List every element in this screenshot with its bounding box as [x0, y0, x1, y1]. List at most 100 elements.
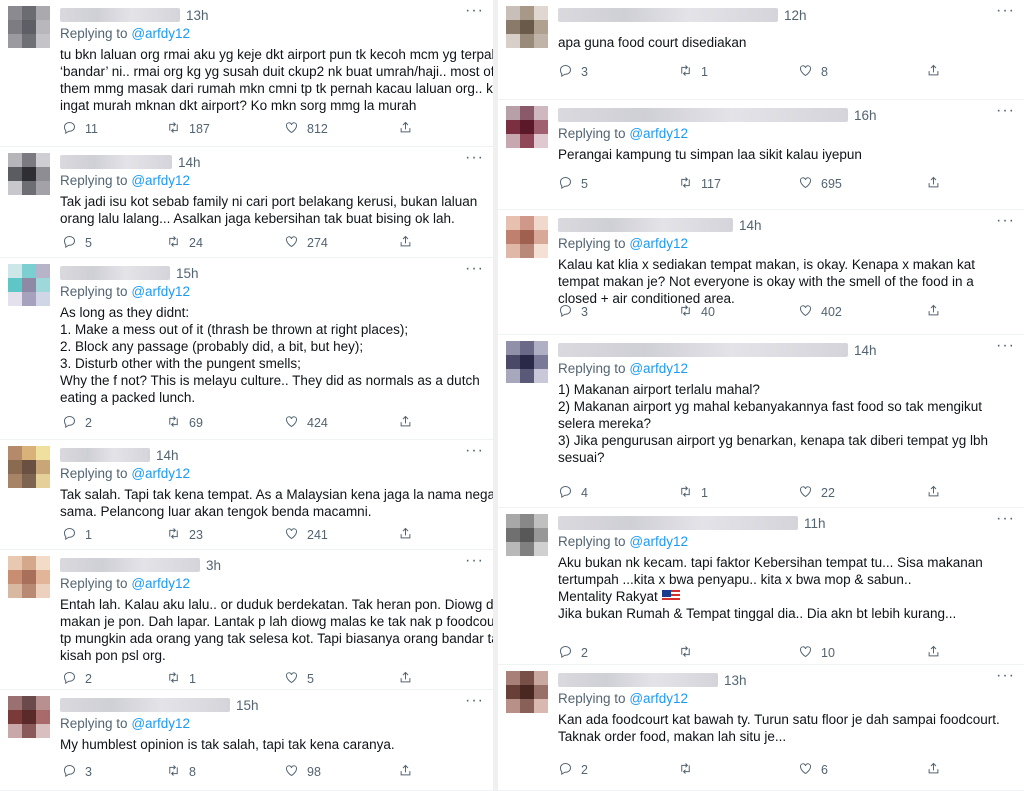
share-icon[interactable]	[398, 234, 413, 252]
like-icon[interactable]	[798, 175, 813, 193]
share-icon[interactable]	[398, 414, 413, 432]
avatar[interactable]	[506, 6, 548, 48]
more-options-icon[interactable]: ···	[465, 552, 484, 570]
tweet-timestamp[interactable]: 12h	[784, 8, 807, 23]
share-button[interactable]	[398, 671, 413, 687]
like-icon[interactable]	[284, 234, 299, 252]
retweet-button[interactable]: 69	[166, 415, 203, 431]
avatar[interactable]	[8, 446, 50, 488]
share-button[interactable]	[926, 64, 941, 80]
like-button[interactable]: 424	[284, 415, 328, 431]
tweet-timestamp[interactable]: 11h	[804, 516, 826, 531]
more-options-icon[interactable]: ···	[465, 692, 484, 710]
more-options-icon[interactable]: ···	[465, 260, 484, 278]
share-icon[interactable]	[398, 670, 413, 688]
tweet-timestamp[interactable]: 14h	[156, 448, 179, 463]
avatar[interactable]	[506, 341, 548, 383]
share-icon[interactable]	[926, 644, 941, 662]
reply-button[interactable]: 3	[558, 64, 588, 80]
avatar[interactable]	[8, 6, 50, 48]
share-icon[interactable]	[926, 303, 941, 321]
author-name-blurred[interactable]	[558, 218, 733, 232]
avatar[interactable]	[8, 696, 50, 738]
more-options-icon[interactable]: ···	[465, 149, 484, 167]
replying-handle-link[interactable]: @arfdy12	[131, 284, 190, 299]
like-button[interactable]: 812	[284, 121, 328, 137]
retweet-icon[interactable]	[678, 63, 693, 81]
reply-icon[interactable]	[62, 670, 77, 688]
retweet-icon[interactable]	[166, 120, 181, 138]
like-icon[interactable]	[284, 763, 299, 781]
retweet-button[interactable]: 1	[166, 671, 196, 687]
avatar[interactable]	[506, 106, 548, 148]
author-name-blurred[interactable]	[60, 448, 150, 462]
tweet-timestamp[interactable]: 14h	[854, 343, 877, 358]
retweet-button[interactable]	[678, 762, 701, 778]
replying-handle-link[interactable]: @arfdy12	[629, 534, 688, 549]
reply-icon[interactable]	[558, 63, 573, 81]
reply-button[interactable]: 1	[62, 527, 92, 543]
more-options-icon[interactable]: ···	[996, 510, 1015, 528]
reply-button[interactable]: 5	[558, 176, 588, 192]
like-button[interactable]: 5	[284, 671, 314, 687]
replying-handle-link[interactable]: @arfdy12	[629, 691, 688, 706]
like-button[interactable]: 402	[798, 304, 842, 320]
share-icon[interactable]	[398, 763, 413, 781]
reply-icon[interactable]	[558, 303, 573, 321]
reply-icon[interactable]	[62, 526, 77, 544]
share-button[interactable]	[398, 415, 413, 431]
reply-button[interactable]: 3	[62, 764, 92, 780]
tweet[interactable]: 15h ··· Replying to @arfdy12 As long as the…	[0, 258, 493, 440]
replying-handle-link[interactable]: @arfdy12	[629, 126, 688, 141]
reply-button[interactable]: 4	[558, 485, 588, 501]
like-icon[interactable]	[284, 526, 299, 544]
tweet[interactable]: 14h ··· Replying to @arfdy12 Tak jadi isu k…	[0, 147, 493, 258]
like-button[interactable]: 10	[798, 645, 835, 661]
like-icon[interactable]	[284, 414, 299, 432]
tweet-timestamp[interactable]: 16h	[854, 108, 877, 123]
more-options-icon[interactable]: ···	[996, 212, 1015, 230]
author-name-blurred[interactable]	[60, 155, 172, 169]
share-button[interactable]	[398, 527, 413, 543]
more-options-icon[interactable]: ···	[996, 2, 1015, 20]
share-icon[interactable]	[398, 526, 413, 544]
reply-button[interactable]: 5	[62, 235, 92, 251]
share-button[interactable]	[926, 762, 941, 778]
like-icon[interactable]	[798, 761, 813, 779]
like-icon[interactable]	[798, 484, 813, 502]
share-icon[interactable]	[926, 761, 941, 779]
retweet-icon[interactable]	[166, 414, 181, 432]
like-icon[interactable]	[798, 644, 813, 662]
more-options-icon[interactable]: ···	[996, 667, 1015, 685]
like-button[interactable]: 98	[284, 764, 321, 780]
share-button[interactable]	[926, 304, 941, 320]
retweet-button[interactable]: 23	[166, 527, 203, 543]
reply-button[interactable]: 2	[558, 645, 588, 661]
share-button[interactable]	[398, 764, 413, 780]
more-options-icon[interactable]: ···	[465, 2, 484, 20]
like-button[interactable]: 241	[284, 527, 328, 543]
like-button[interactable]: 22	[798, 485, 835, 501]
avatar[interactable]	[8, 556, 50, 598]
reply-icon[interactable]	[62, 120, 77, 138]
author-name-blurred[interactable]	[60, 698, 230, 712]
tweet[interactable]: 13h ··· Replying to @arfdy12 Kan ada foodco…	[498, 665, 1024, 791]
tweet-timestamp[interactable]: 14h	[178, 155, 201, 170]
retweet-button[interactable]: 8	[166, 764, 196, 780]
tweet[interactable]: 14h ··· Replying to @arfdy12 Kalau kat klia…	[498, 210, 1024, 335]
tweet[interactable]: 14h ··· Replying to @arfdy12 Tak salah. Tap…	[0, 440, 493, 550]
replying-handle-link[interactable]: @arfdy12	[131, 173, 190, 188]
retweet-icon[interactable]	[678, 175, 693, 193]
replying-handle-link[interactable]: @arfdy12	[629, 361, 688, 376]
author-name-blurred[interactable]	[60, 558, 200, 572]
author-name-blurred[interactable]	[558, 343, 848, 357]
retweet-button[interactable]: 40	[678, 304, 715, 320]
author-name-blurred[interactable]	[558, 108, 848, 122]
tweet[interactable]: 15h ··· Replying to @arfdy12 My humblest op…	[0, 690, 493, 791]
reply-icon[interactable]	[62, 234, 77, 252]
more-options-icon[interactable]: ···	[996, 337, 1015, 355]
tweet[interactable]: 11h ··· Replying to @arfdy12 Aku bukan nk k…	[498, 508, 1024, 665]
like-icon[interactable]	[284, 120, 299, 138]
author-name-blurred[interactable]	[60, 8, 180, 22]
retweet-icon[interactable]	[678, 644, 693, 662]
